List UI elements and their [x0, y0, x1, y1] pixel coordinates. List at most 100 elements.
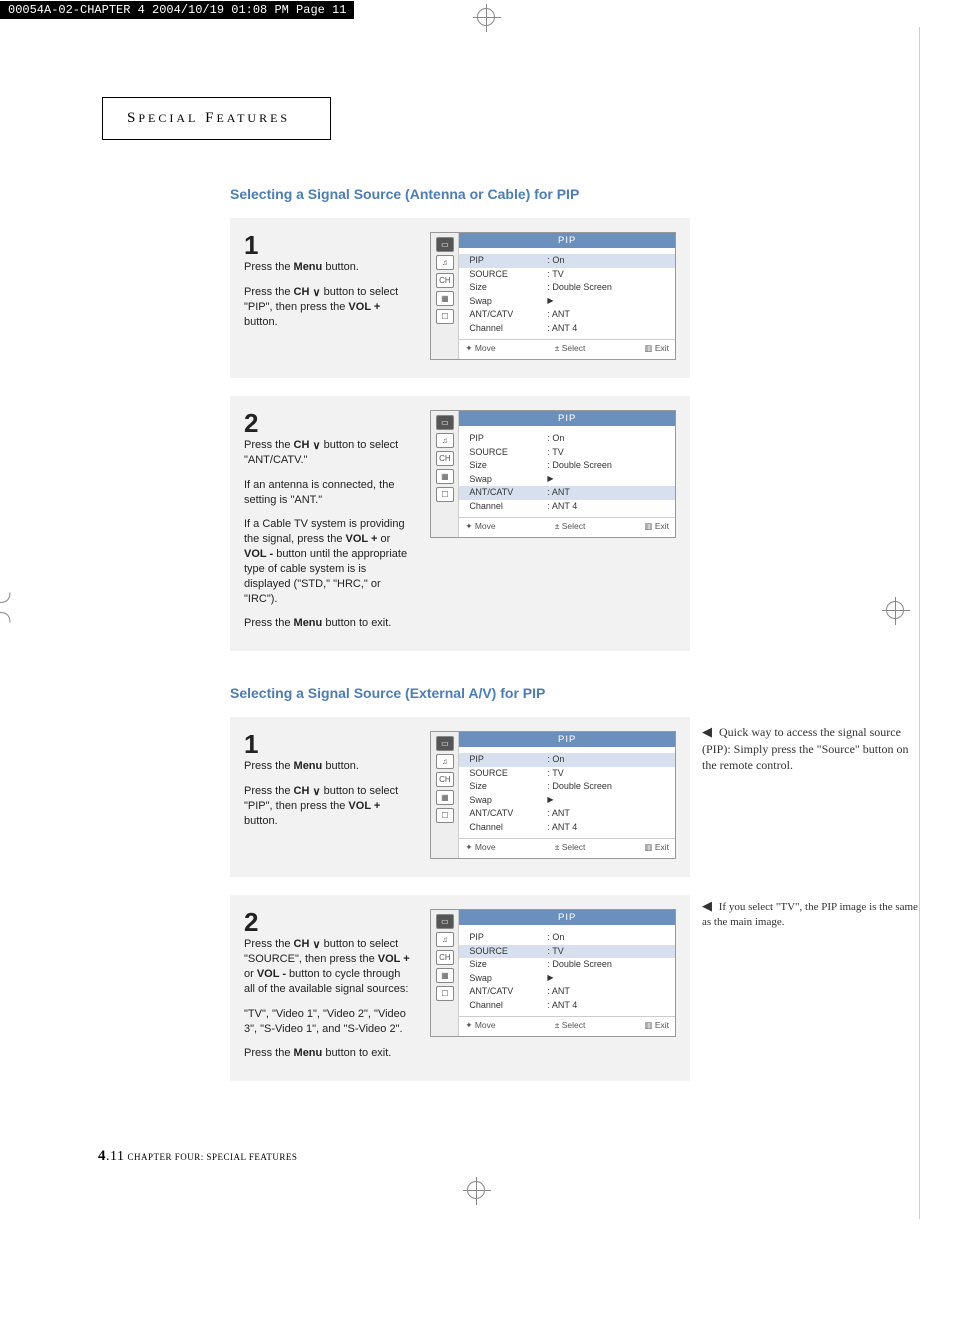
page-sheet: SPECIAL FEATURES Selecting a Signal Sour…: [80, 27, 920, 1219]
text: or: [377, 533, 390, 545]
channel-icon: CH: [436, 273, 454, 288]
text: Press the: [244, 938, 294, 950]
text: or: [244, 968, 257, 980]
footer-chapter: CHAPTER FOUR: SPECIAL FEATURES: [127, 1152, 297, 1162]
osd-row-swap: Swap▶: [469, 473, 667, 487]
music-icon: ♫: [436, 255, 454, 270]
heading-antenna-cable: Selecting a Signal Source (Antenna or Ca…: [230, 186, 919, 202]
instruction-block-a2: 2 Press the CH ∨ button to select "ANT/C…: [230, 396, 690, 651]
osd-icon-rail: ▭ ♫ CH ▦ ☐: [431, 411, 459, 537]
text-bold: CH: [294, 785, 313, 797]
chevron-down-icon: ∨: [312, 785, 320, 800]
osd-row-pip: PIP: On: [459, 753, 675, 767]
step-number: 2: [244, 909, 412, 935]
osd-row-size: Size: Double Screen: [469, 459, 667, 473]
text: If an antenna is connected, the setting …: [244, 478, 412, 508]
channel-icon: CH: [436, 950, 454, 965]
osd-footer: ✦ Move± Select▥ Exit: [459, 339, 675, 357]
text: Press the: [244, 261, 294, 273]
osd-row-ant: ANT/CATV: ANT: [469, 985, 667, 999]
osd-screenshot-a2: ▭ ♫ CH ▦ ☐ PIP PIP: On SOURCE: TV Size: …: [430, 410, 676, 538]
text: button.: [322, 261, 359, 273]
text: Press the: [244, 785, 294, 797]
osd-row-swap: Swap▶: [469, 972, 667, 986]
osd-icon-rail: ▭ ♫ CH ▦ ☐: [431, 910, 459, 1036]
osd-row-pip: PIP: On: [469, 931, 667, 945]
osd-row-source: SOURCE: TV: [469, 446, 667, 460]
text-bold: CH: [294, 439, 313, 451]
side-note-quick-access: ◀ Quick way to access the signal source …: [702, 723, 919, 773]
chevron-down-icon: ∨: [312, 286, 320, 301]
text-bold: Menu: [294, 617, 323, 629]
text: "TV", "Video 1", "Video 2", "Video 3", "…: [244, 1007, 412, 1037]
osd-row-channel: Channel: ANT 4: [469, 500, 667, 514]
note-text: If you select "TV", the PIP image is the…: [702, 901, 918, 928]
page-footer: 4.11 CHAPTER FOUR: SPECIAL FEATURES: [98, 1148, 297, 1165]
osd-row-source: SOURCE: TV: [469, 268, 667, 282]
pip-icon: ▭: [436, 415, 454, 430]
osd-row-channel: Channel: ANT 4: [469, 322, 667, 336]
crop-mark-top: [477, 8, 497, 28]
text: button to exit.: [322, 617, 391, 629]
osd-row-size: Size: Double Screen: [469, 958, 667, 972]
section-title-box: SPECIAL FEATURES: [102, 97, 331, 140]
osd-icon-rail: ▭ ♫ CH ▦ ☐: [431, 233, 459, 359]
osd-footer: ✦ Move± Select▥ Exit: [459, 517, 675, 535]
instruction-text-b1: 1 Press the Menu button. Press the CH ∨ …: [244, 731, 412, 859]
text: button.: [244, 815, 278, 827]
cc-icon: ▦: [436, 968, 454, 983]
osd-row-size: Size: Double Screen: [469, 780, 667, 794]
osd-row-size: Size: Double Screen: [469, 281, 667, 295]
pip-icon: ▭: [436, 736, 454, 751]
music-icon: ♫: [436, 433, 454, 448]
text: button to exit.: [322, 1047, 391, 1059]
text-bold: VOL +: [348, 301, 380, 313]
triangle-left-icon: ◀: [702, 898, 712, 913]
page-number-major: 4: [98, 1148, 106, 1164]
osd-screenshot-a1: ▭ ♫ CH ▦ ☐ PIP PIP: On SOURCE: TV Size: …: [430, 232, 676, 360]
osd-row-pip: PIP: On: [469, 432, 667, 446]
instruction-block-b1: 1 Press the Menu button. Press the CH ∨ …: [230, 717, 690, 877]
text: Press the: [244, 439, 294, 451]
triangle-left-icon: ◀: [702, 724, 712, 739]
cc-icon: ▦: [436, 291, 454, 306]
heading-external-av: Selecting a Signal Source (External A/V)…: [230, 685, 919, 701]
osd-row-source: SOURCE: TV: [459, 945, 675, 959]
text-bold: VOL +: [346, 533, 378, 545]
text-bold: VOL +: [378, 953, 410, 965]
osd-icon-rail: ▭ ♫ CH ▦ ☐: [431, 732, 459, 858]
step-number: 2: [244, 410, 412, 436]
text: button.: [322, 760, 359, 772]
osd-row-channel: Channel: ANT 4: [469, 999, 667, 1013]
cc-icon: ▦: [436, 469, 454, 484]
pip-icon: ▭: [436, 237, 454, 252]
osd-row-ant: ANT/CATV: ANT: [469, 807, 667, 821]
text-bold: CH: [294, 286, 313, 298]
side-note-tv-same: ◀ If you select "TV", the PIP image is t…: [702, 897, 919, 930]
crop-mark-bottom: [467, 1181, 487, 1209]
step-number: 1: [244, 232, 412, 258]
osd-footer: ✦ Move± Select▥ Exit: [459, 1016, 675, 1034]
osd-row-swap: Swap▶: [469, 295, 667, 309]
section-title: SPECIAL FEATURES: [127, 110, 290, 126]
pip-icon: ▭: [436, 914, 454, 929]
instruction-block-a1: 1 Press the Menu button. Press the CH ∨ …: [230, 218, 690, 378]
osd-screenshot-b2: ▭ ♫ CH ▦ ☐ PIP PIP: On SOURCE: TV Size: …: [430, 909, 676, 1037]
music-icon: ♫: [436, 754, 454, 769]
crop-mark-right: [886, 601, 904, 619]
osd-title: PIP: [459, 732, 675, 747]
text: Press the: [244, 1047, 294, 1059]
step-number: 1: [244, 731, 412, 757]
cc-icon: ▦: [436, 790, 454, 805]
chevron-down-icon: ∨: [312, 439, 320, 454]
setup-icon: ☐: [436, 986, 454, 1001]
text: Press the: [244, 286, 294, 298]
instruction-text-a1: 1 Press the Menu button. Press the CH ∨ …: [244, 232, 412, 360]
text: Press the: [244, 760, 294, 772]
osd-footer: ✦ Move± Select▥ Exit: [459, 838, 675, 856]
osd-row-ant: ANT/CATV: ANT: [459, 486, 675, 500]
osd-title: PIP: [459, 910, 675, 925]
osd-screenshot-b1: ▭ ♫ CH ▦ ☐ PIP PIP: On SOURCE: TV Size: …: [430, 731, 676, 859]
crop-mark-left: [0, 592, 20, 627]
osd-title: PIP: [459, 233, 675, 248]
